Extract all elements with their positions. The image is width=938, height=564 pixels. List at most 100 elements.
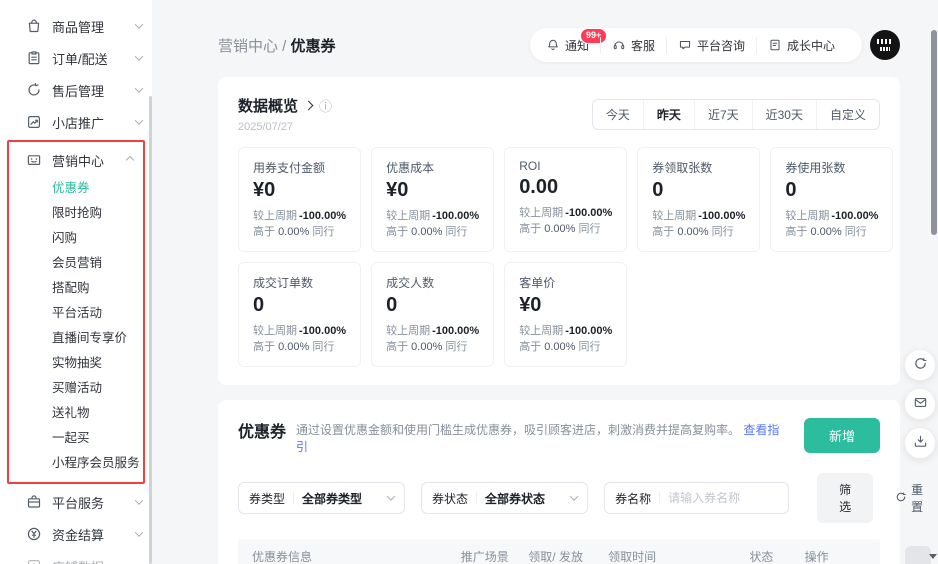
scrollbar-thumb[interactable] <box>931 30 937 235</box>
stat-label: 优惠成本 <box>386 159 479 176</box>
stat-value: 0 <box>386 294 479 317</box>
stat-card: 券领取张数0较上周期-100.00%高于 0.00% 同行 <box>637 147 760 252</box>
coupon-status-select[interactable]: 券状态 全部券状态 <box>421 482 588 514</box>
chevron-down-icon <box>387 492 395 500</box>
overview-title-row[interactable]: 数据概览 ⓘ <box>238 95 332 116</box>
sidebar-item-flash-sale[interactable]: 限时抢购 <box>9 201 143 226</box>
coupon-section-desc: 通过设置优惠金额和使用门槛生成优惠券，吸引顾客进店，刺激消费并提高复购率。 查看… <box>296 421 790 455</box>
bag-icon <box>26 18 42 34</box>
coupon-type-select[interactable]: 券类型 全部券类型 <box>238 482 405 514</box>
stat-card: 用券支付金额¥0较上周期-100.00%高于 0.00% 同行 <box>238 147 361 252</box>
chevron-up-icon <box>126 156 134 164</box>
chevron-down-icon <box>570 492 578 500</box>
range-option[interactable]: 近30天 <box>752 100 816 129</box>
settle-icon <box>26 526 42 542</box>
stat-label: 客单价 <box>519 274 612 291</box>
coupon-name-field: 券名称 <box>604 482 789 514</box>
breadcrumb-parent[interactable]: 营销中心 <box>218 38 278 55</box>
chevron-down-icon <box>135 496 143 504</box>
sidebar-item-platform-service[interactable]: 平台服务 <box>0 486 152 518</box>
annotation-highlight-box: 营销中心优惠券限时抢购闪购会员营销搭配购平台活动直播间专享价实物抽奖买赠活动送礼… <box>7 140 145 484</box>
column-header: 推广场景 <box>461 548 529 564</box>
aftersale-icon <box>26 82 42 98</box>
avatar[interactable] <box>870 30 900 60</box>
service-icon <box>26 494 42 510</box>
sidebar-item-marketing[interactable]: 营销中心 <box>9 144 143 176</box>
stats-grid: 用券支付金额¥0较上周期-100.00%高于 0.00% 同行优惠成本¥0较上周… <box>238 147 880 367</box>
page-scrollbar <box>929 0 938 564</box>
sidebar-item-coupon[interactable]: 优惠券 <box>9 176 143 201</box>
sidebar-item-orders[interactable]: 订单/配送 <box>0 42 152 74</box>
range-option[interactable]: 自定义 <box>816 100 879 129</box>
stat-label: 成交人数 <box>386 274 479 291</box>
sidebar-item-send-gift[interactable]: 送礼物 <box>9 401 143 426</box>
refresh-icon <box>913 356 928 374</box>
chevron-down-icon <box>135 116 143 124</box>
download-icon <box>913 434 928 452</box>
sidebar-item-platform-activity[interactable]: 平台活动 <box>9 301 143 326</box>
column-header: 状态 <box>749 548 804 564</box>
filter-button[interactable]: 筛选 <box>817 473 873 523</box>
stat-label: 券领取张数 <box>652 159 745 176</box>
range-option[interactable]: 昨天 <box>643 100 694 129</box>
bell-icon <box>546 38 560 52</box>
chevron-down-icon <box>135 84 143 92</box>
topbar-action-platform-consult[interactable]: 平台咨询 <box>666 37 756 54</box>
chevron-down-icon <box>135 52 143 60</box>
chevron-down-icon <box>135 560 143 564</box>
stat-value: ¥0 <box>253 179 346 202</box>
stat-card: 成交人数0较上周期-100.00%高于 0.00% 同行 <box>371 262 494 367</box>
stat-value: ¥0 <box>519 294 612 317</box>
topbar-action-growth-center[interactable]: 成长中心 <box>756 37 846 54</box>
range-option[interactable]: 近7天 <box>694 100 752 129</box>
main-content: 营销中心 / 优惠券 通知99+客服平台咨询成长中心 数据概览 ⓘ 2025/0… <box>152 0 938 564</box>
column-header: 领取/ 发放 <box>528 548 608 564</box>
filter-bar: 券类型 全部券类型 券状态 全部券状态 券名称 筛选 重置 <box>238 473 880 523</box>
reset-button[interactable]: 重置 <box>895 481 923 515</box>
scroll-corner-widget[interactable] <box>905 546 931 564</box>
sidebar-item-shop-promotion[interactable]: 小店推广 <box>0 106 152 138</box>
coupon-card: 优惠券 通过设置优惠金额和使用门槛生成优惠券，吸引顾客进店，刺激消费并提高复购率… <box>218 400 900 564</box>
chevron-down-icon <box>135 20 143 28</box>
sidebar-item-mini-program-member[interactable]: 小程序会员服务 <box>9 451 143 476</box>
sidebar-item-goods[interactable]: 商品管理 <box>0 10 152 42</box>
sidebar-item-bundle-buy[interactable]: 搭配购 <box>9 276 143 301</box>
sidebar-item-gift-with-purchase[interactable]: 买赠活动 <box>9 376 143 401</box>
stat-label: 成交订单数 <box>253 274 346 291</box>
sidebar-scrollbar[interactable] <box>149 96 152 564</box>
headset-icon <box>612 38 626 52</box>
add-coupon-button[interactable]: 新增 <box>804 418 880 453</box>
refresh-icon <box>895 491 907 506</box>
arrow-right-icon <box>304 101 314 111</box>
stat-value: 0 <box>785 179 878 202</box>
stat-card: 成交订单数0较上周期-100.00%高于 0.00% 同行 <box>238 262 361 367</box>
sidebar-item-settlement[interactable]: 资金结算 <box>0 518 152 550</box>
range-option[interactable]: 今天 <box>593 100 643 129</box>
promo-icon <box>26 114 42 130</box>
stat-card: ROI0.00较上周期-100.00%高于 0.00% 同行 <box>504 147 627 252</box>
info-icon[interactable]: ⓘ <box>319 96 332 115</box>
scrollbar-down-arrow[interactable] <box>929 554 937 559</box>
sidebar-item-lottery[interactable]: 实物抽奖 <box>9 351 143 376</box>
chat-icon <box>678 38 692 52</box>
topbar: 营销中心 / 优惠券 通知99+客服平台咨询成长中心 <box>218 28 900 62</box>
breadcrumb: 营销中心 / 优惠券 <box>218 35 336 56</box>
coupon-name-input[interactable] <box>668 491 778 505</box>
sidebar-item-aftersale[interactable]: 售后管理 <box>0 74 152 106</box>
envelope-icon <box>913 395 928 413</box>
overview-date: 2025/07/27 <box>238 121 332 133</box>
doc-icon <box>768 38 782 52</box>
stat-value: 0 <box>652 179 745 202</box>
sidebar-item-shop-data[interactable]: 店铺数据 <box>0 550 152 564</box>
sidebar-item-member-marketing[interactable]: 会员营销 <box>9 251 143 276</box>
sidebar-item-flash-buy[interactable]: 闪购 <box>9 226 143 251</box>
date-range-selector: 今天昨天近7天近30天自定义 <box>592 99 880 130</box>
topbar-actions: 通知99+客服平台咨询成长中心 <box>530 28 900 62</box>
sidebar-item-live-price[interactable]: 直播间专享价 <box>9 326 143 351</box>
sidebar-item-buy-together[interactable]: 一起买 <box>9 426 143 451</box>
topbar-action-notification[interactable]: 通知99+ <box>546 37 600 54</box>
topbar-action-customer-service[interactable]: 客服 <box>600 37 666 54</box>
marketing-icon <box>26 152 42 168</box>
stat-label: 券使用张数 <box>785 159 878 176</box>
data-icon <box>26 558 42 564</box>
